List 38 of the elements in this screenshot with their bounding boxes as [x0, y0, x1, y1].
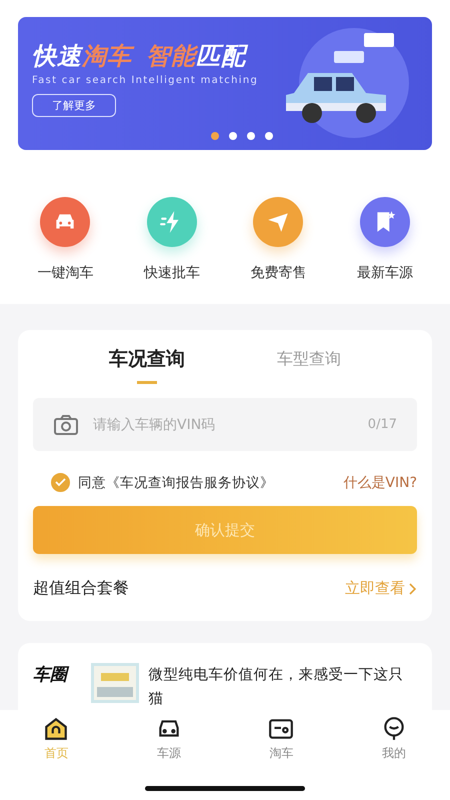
banner-title-word: 淘车	[82, 41, 132, 71]
news-logo: 车圈	[33, 663, 81, 710]
shortcut-label: 一键淘车	[37, 264, 94, 282]
banner-title-word: 匹配	[196, 41, 246, 71]
vin-field[interactable]: 请输入车辆的VIN码	[91, 416, 356, 434]
view-now-link[interactable]: 立即查看	[345, 579, 417, 598]
carousel-dot[interactable]	[211, 132, 219, 140]
shortcut-button[interactable]	[360, 197, 410, 247]
shortcut-button[interactable]	[253, 197, 304, 247]
chevron-right-icon	[409, 582, 417, 594]
tab-bar-item[interactable]: 我的	[358, 716, 429, 762]
shortcut-label: 快速批车	[144, 264, 200, 282]
shortcut-button[interactable]	[146, 197, 197, 247]
home-icon	[43, 716, 70, 742]
tab-bar-item[interactable]: 淘车	[246, 716, 316, 762]
carousel-dot[interactable]	[229, 132, 237, 140]
shortcut-label: 最新车源	[356, 264, 413, 282]
learn-more-button[interactable]: 了解更多	[32, 94, 116, 117]
package-label: 超值组合套餐	[33, 578, 129, 599]
news-headline[interactable]: 微型纯电车价值何在，来感受一下这只猫	[148, 663, 417, 710]
carousel-dot[interactable]	[247, 132, 255, 140]
shortcut-label: 免费寄售	[250, 264, 306, 282]
checkmark-icon	[55, 478, 66, 487]
query-tab[interactable]: 车型查询	[277, 344, 341, 384]
vin-help-link[interactable]: 什么是VIN?	[343, 474, 417, 492]
camera-icon	[53, 414, 79, 436]
banner-title-word: 快速	[32, 41, 82, 71]
tab-bar-item[interactable]: 首页	[21, 716, 92, 762]
tab-bar-item[interactable]: 车源	[134, 716, 204, 762]
news-card[interactable]: 车圈 微型纯电车价值何在，来感受一下这只猫	[18, 643, 432, 710]
agreement-text: 同意《车况查询报告服务协议》	[78, 474, 274, 492]
banner-subtitle: Fast car search Intelligent matching	[32, 75, 258, 86]
shortcut-button[interactable]	[40, 197, 90, 247]
promo-banner[interactable]: 快速淘车 智能匹配 Fast car search Intelligent matching 了解更多	[18, 17, 432, 150]
character-counter: 0/17	[368, 417, 397, 432]
banner-title-word: 智能	[146, 41, 196, 71]
agree-checkbox[interactable]	[51, 473, 70, 492]
carousel-dot[interactable]	[265, 132, 273, 140]
